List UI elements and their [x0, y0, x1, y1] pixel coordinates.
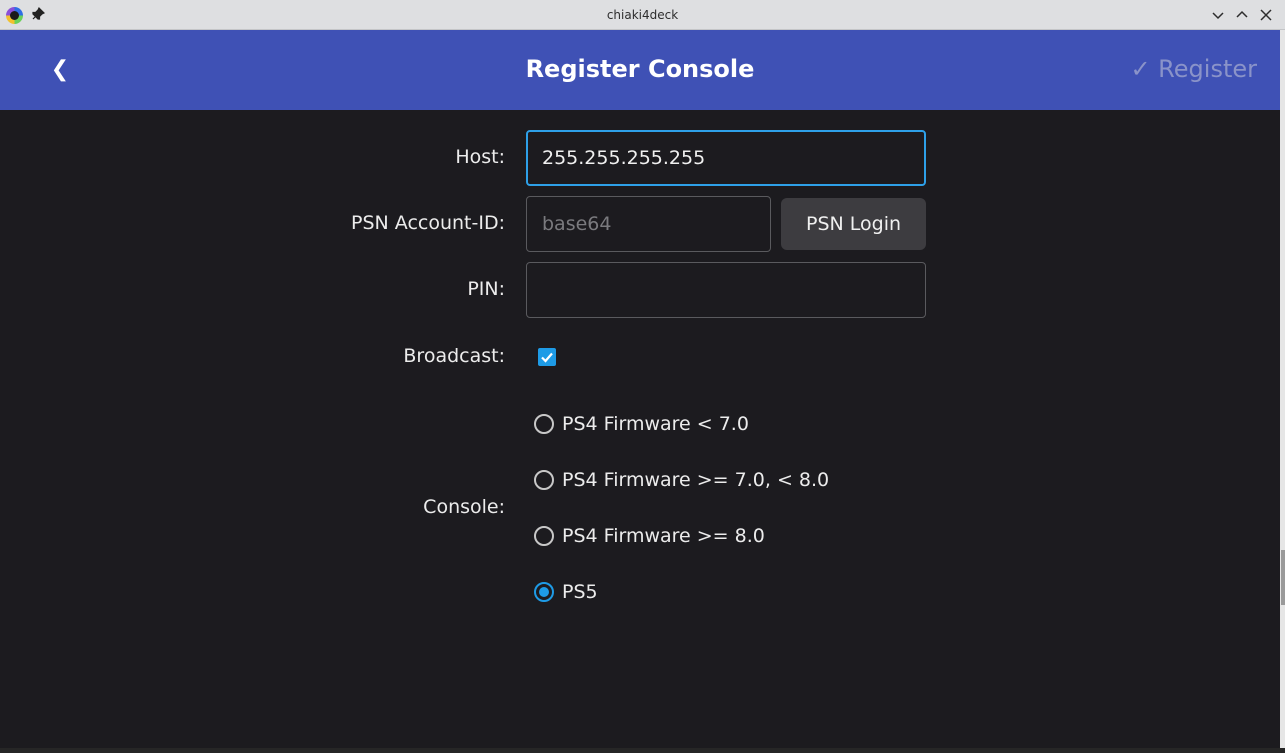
radio-label: PS4 Firmware >= 7.0, < 8.0: [562, 469, 830, 491]
psn-login-button[interactable]: PSN Login: [781, 198, 926, 250]
host-input-value: 255.255.255.255: [542, 147, 706, 169]
pin-input[interactable]: [526, 262, 926, 318]
radio-button-selected[interactable]: [534, 582, 554, 602]
radio-label: PS5: [562, 581, 598, 603]
chevron-up-icon[interactable]: [1234, 7, 1250, 23]
pin-label: PIN:: [467, 278, 505, 300]
host-label: Host:: [455, 146, 505, 168]
psn-account-id-placeholder: base64: [542, 213, 612, 235]
register-button[interactable]: ✓ Register: [1130, 55, 1257, 83]
radio-button[interactable]: [534, 414, 554, 434]
window-titlebar[interactable]: chiaki4deck: [0, 0, 1285, 30]
psn-account-id-label: PSN Account-ID:: [351, 212, 505, 234]
app-header: ❮ Register Console ✓ Register: [0, 30, 1280, 110]
app-window: chiaki4deck ❮ Register Console ✓ Registe…: [0, 0, 1285, 753]
radio-label: PS4 Firmware < 7.0: [562, 413, 749, 435]
console-label: Console:: [423, 496, 505, 518]
window-bottom-edge: [0, 748, 1285, 753]
window-edge: [1280, 30, 1285, 753]
broadcast-checkbox[interactable]: [538, 348, 556, 366]
radio-button[interactable]: [534, 526, 554, 546]
checkmark-icon: [541, 352, 553, 363]
window-title: chiaki4deck: [606, 8, 679, 22]
resize-handle[interactable]: [1281, 550, 1285, 605]
host-input[interactable]: 255.255.255.255: [526, 130, 926, 186]
broadcast-label: Broadcast:: [403, 345, 505, 367]
radio-button[interactable]: [534, 470, 554, 490]
chevron-down-icon[interactable]: [1210, 7, 1226, 23]
page-title: Register Console: [525, 55, 755, 83]
close-icon[interactable]: [1258, 7, 1274, 23]
psn-account-id-input[interactable]: base64: [526, 196, 771, 252]
radio-label: PS4 Firmware >= 8.0: [562, 525, 765, 547]
